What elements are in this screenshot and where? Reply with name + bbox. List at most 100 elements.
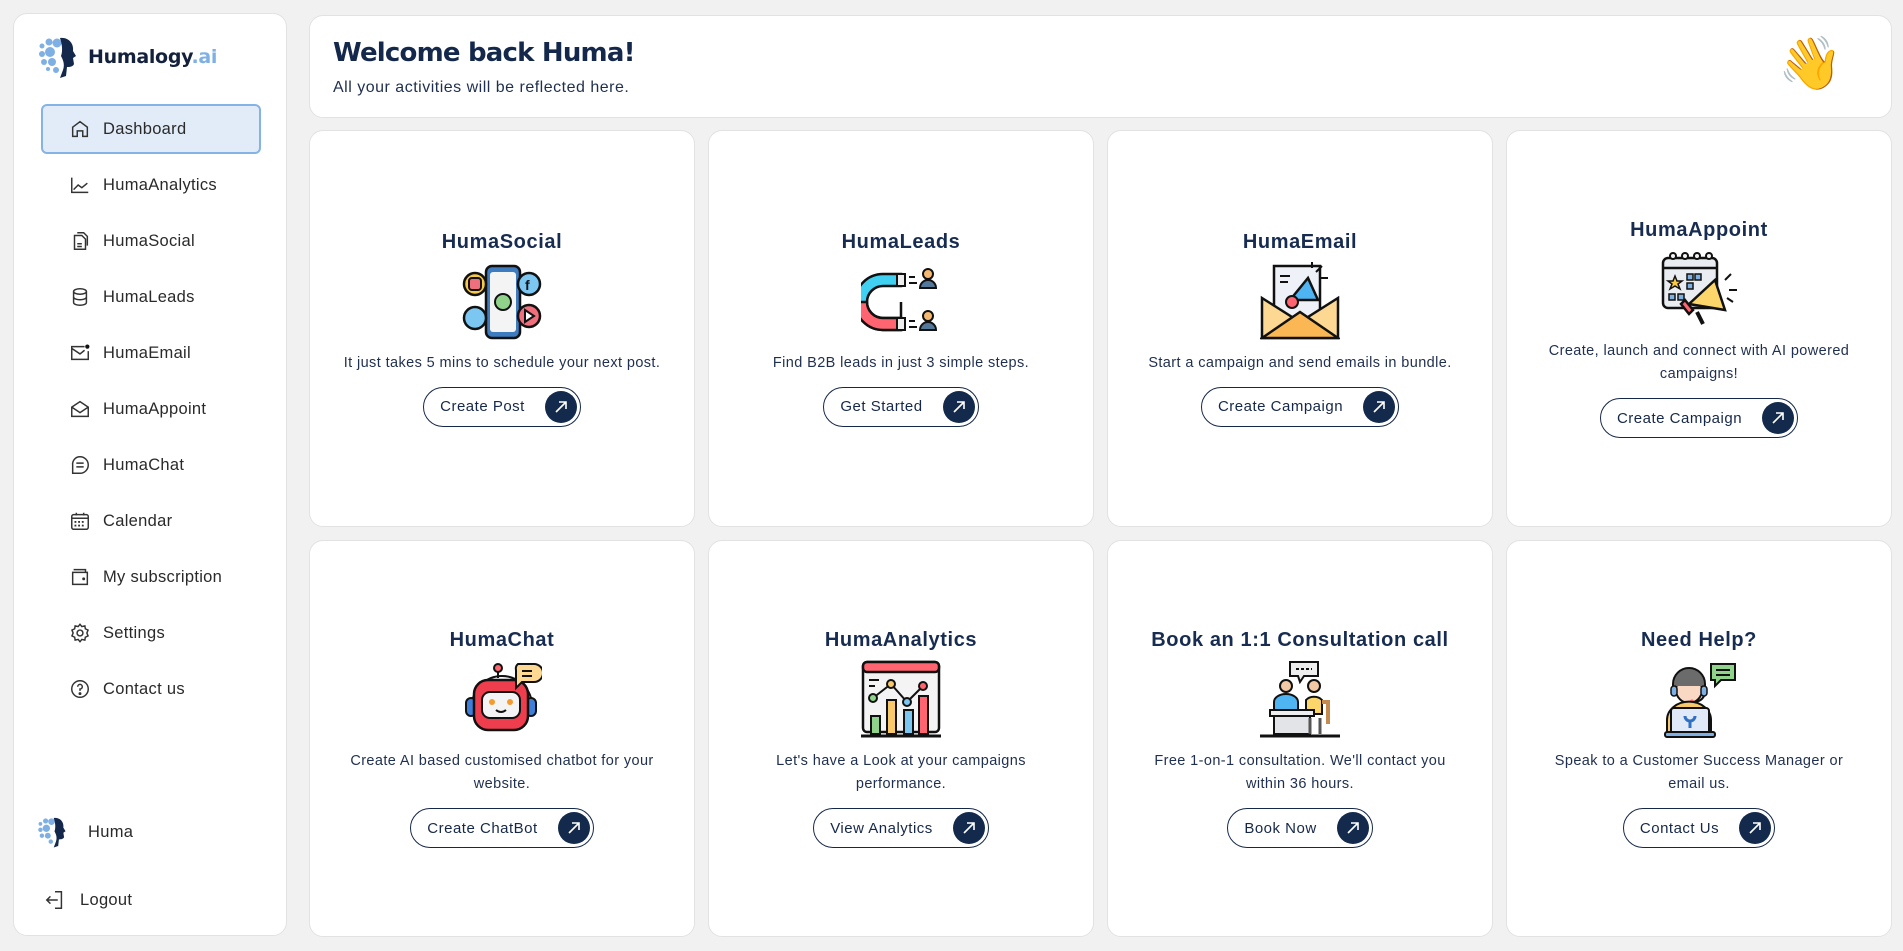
sidebar-item-my-subscription[interactable]: My subscription: [41, 552, 261, 602]
card-title: HumaAnalytics: [824, 629, 978, 651]
sidebar-item-contact-us[interactable]: Contact us: [41, 664, 261, 714]
create-campaign-button[interactable]: Create Campaign: [1200, 386, 1400, 427]
sidebar-item-label: HumaSocial: [103, 231, 195, 250]
logout-button[interactable]: Logout: [44, 889, 132, 911]
create-post-button[interactable]: Create Post: [423, 386, 581, 427]
card-title: Need Help?: [1640, 629, 1758, 651]
arrow-up-right-icon: [1739, 812, 1772, 844]
page-subtitle: All your activities will be reflected he…: [333, 79, 630, 96]
card-description: Create AI based customised chatbot for y…: [350, 753, 654, 792]
arrow-up-right-icon: [942, 390, 975, 423]
sidebar-item-humasocial[interactable]: HumaSocial: [41, 216, 261, 266]
view-analytics-button[interactable]: View Analytics: [813, 808, 989, 848]
arrow-up-right-icon: [544, 390, 577, 423]
page-title: Welcome back Huma!: [333, 38, 635, 68]
analytics-dashboard-icon: [861, 660, 941, 738]
card-title: HumaAppoint: [1630, 219, 1768, 241]
button-label: Contact Us: [1639, 819, 1720, 837]
logout-icon: [45, 891, 63, 909]
logout-label: Logout: [80, 890, 133, 909]
sidebar-item-humaappoint[interactable]: HumaAppoint: [41, 384, 261, 434]
svg-text:f: f: [525, 277, 530, 293]
sidebar-item-label: Dashboard: [103, 119, 187, 138]
user-profile[interactable]: Huma: [36, 814, 133, 850]
sidebar-item-label: HumaEmail: [103, 343, 191, 362]
button-label: Create Campaign: [1217, 398, 1344, 415]
sidebar-item-label: HumaAppoint: [103, 399, 207, 418]
calendar-icon: [69, 510, 91, 532]
card-description: Start a campaign and send emails in bund…: [1148, 354, 1452, 371]
support-agent-icon: [1664, 663, 1736, 738]
contact-us-button[interactable]: Contact Us: [1622, 808, 1776, 848]
sidebar-item-humaemail[interactable]: HumaEmail: [41, 328, 261, 378]
card-title: Book an 1:1 Consultation call: [1151, 629, 1449, 651]
card-humachat: HumaChat Create AI based customised chat…: [309, 540, 695, 937]
arrow-up-right-icon: [952, 812, 985, 844]
gear-icon: [69, 622, 91, 644]
card-title: HumaLeads: [841, 230, 961, 253]
sidebar-item-label: Contact us: [103, 679, 185, 698]
get-started-button[interactable]: Get Started: [823, 386, 979, 427]
sidebar-nav: Dashboard HumaAnalytics HumaSocial HumaL…: [41, 104, 261, 720]
mail-notification-icon: [69, 342, 91, 364]
sidebar-item-settings[interactable]: Settings: [41, 608, 261, 658]
sidebar-item-label: HumaLeads: [103, 287, 195, 306]
sidebar-item-humachat[interactable]: HumaChat: [41, 440, 261, 490]
sidebar: Humalogy.ai Dashboard HumaAnalytics Huma…: [13, 13, 287, 936]
waving-hand-icon: 👋: [1778, 35, 1843, 93]
sidebar-item-humaleads[interactable]: HumaLeads: [41, 272, 261, 322]
card-humaappoint: HumaAppoint Create, launch and connect w…: [1506, 130, 1892, 527]
book-now-button[interactable]: Book Now: [1227, 808, 1373, 848]
chart-line-icon: [69, 174, 91, 196]
card-consultation: Book an 1:1 Consultation call Free 1-on-…: [1107, 540, 1493, 937]
help-circle-icon: [69, 678, 91, 700]
create-campaign-button[interactable]: Create Campaign: [1599, 398, 1799, 438]
arrow-up-right-icon: [557, 812, 590, 844]
card-title: HumaChat: [449, 629, 555, 651]
button-label: Create Post: [440, 398, 525, 415]
sidebar-item-calendar[interactable]: Calendar: [41, 496, 261, 546]
calendar-megaphone-icon: [1661, 252, 1737, 325]
social-phone-icon: f: [462, 264, 542, 339]
card-humaanalytics: HumaAnalytics Let's have a Look at your …: [708, 540, 1094, 937]
button-label: Book Now: [1244, 819, 1317, 837]
user-name: Huma: [88, 822, 134, 841]
sidebar-item-label: Settings: [103, 623, 166, 642]
welcome-header: Welcome back Huma! All your activities w…: [309, 15, 1892, 118]
sidebar-item-dashboard[interactable]: Dashboard: [41, 104, 261, 154]
database-icon: [69, 286, 91, 308]
arrow-up-right-icon: [1336, 812, 1369, 844]
card-title: HumaSocial: [441, 230, 563, 253]
arrow-up-right-icon: [1363, 390, 1396, 423]
card-description: It just takes 5 mins to schedule your ne…: [343, 354, 661, 371]
card-description: Free 1-on-1 consultation. We'll contact …: [1154, 753, 1446, 792]
feature-cards: HumaSocial f It just takes 5 mins to sch…: [309, 130, 1892, 937]
chatbot-icon: [465, 663, 542, 732]
card-description: Speak to a Customer Success Manager or e…: [1554, 753, 1844, 792]
consultation-icon: [1260, 661, 1340, 738]
avatar: [38, 817, 66, 848]
button-label: Create Campaign: [1616, 409, 1743, 427]
home-icon: [69, 118, 91, 140]
sidebar-item-label: HumaAnalytics: [103, 175, 217, 194]
card-description: Find B2B leads in just 3 simple steps.: [772, 354, 1030, 371]
card-description: Let's have a Look at your campaigns perf…: [776, 753, 1026, 792]
arrow-up-right-icon: [1762, 402, 1795, 434]
create-chatbot-button[interactable]: Create ChatBot: [410, 808, 594, 848]
sidebar-item-label: Calendar: [103, 511, 173, 530]
card-humasocial: HumaSocial f It just takes 5 mins to sch…: [309, 130, 695, 527]
card-need-help: Need Help? Speak to a Customer Success M…: [1506, 540, 1892, 937]
documents-icon: [69, 230, 91, 252]
button-label: View Analytics: [830, 819, 933, 837]
brand-name: Humalogy.ai: [88, 46, 218, 68]
sidebar-item-label: HumaChat: [103, 455, 185, 474]
card-humaleads: HumaLeads Find B2B leads in just 3 simpl…: [708, 130, 1094, 527]
wallet-icon: [69, 566, 91, 588]
card-humaemail: HumaEmail Start a campaign and send emai…: [1107, 130, 1493, 527]
sidebar-item-label: My subscription: [103, 567, 223, 586]
brand-logo[interactable]: Humalogy.ai: [36, 34, 217, 80]
chat-bubble-icon: [69, 454, 91, 476]
mail-open-icon: [69, 398, 91, 420]
sidebar-item-humaanalytics[interactable]: HumaAnalytics: [41, 160, 261, 210]
button-label: Create ChatBot: [427, 819, 538, 837]
